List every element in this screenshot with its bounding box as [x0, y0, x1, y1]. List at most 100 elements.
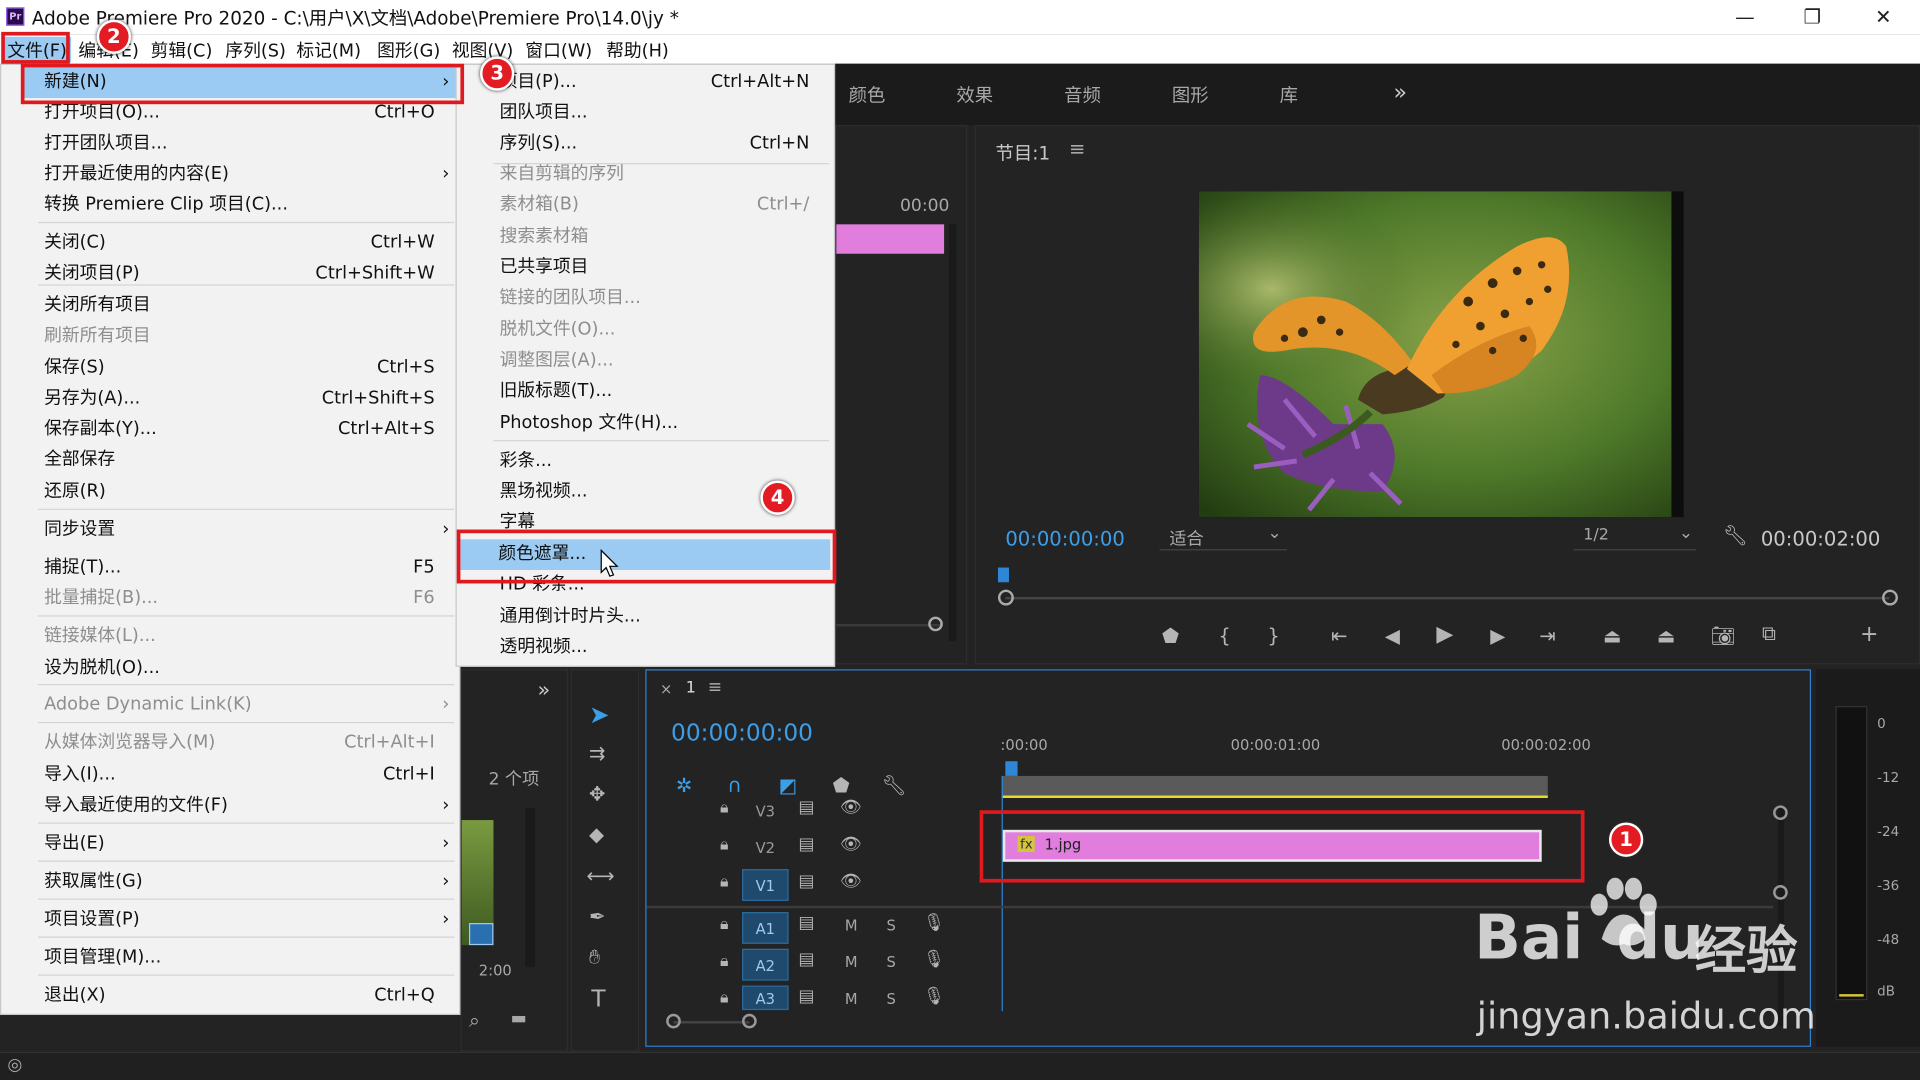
mute-button[interactable]: M: [845, 954, 858, 971]
timeline-clip[interactable]: fx 1.jpg: [1002, 829, 1542, 862]
lift-icon[interactable]: ⏏︎: [1603, 624, 1622, 647]
solo-button[interactable]: S: [887, 990, 896, 1007]
film-icon[interactable]: ▤: [798, 950, 814, 970]
close-sequence-icon[interactable]: ×: [660, 680, 672, 697]
panel-menu-icon[interactable]: ≡: [708, 678, 722, 698]
source-scrollbar[interactable]: [948, 224, 957, 642]
film-icon[interactable]: ▤: [798, 835, 814, 855]
add-marker-icon[interactable]: ⬟: [833, 773, 850, 796]
type-tool-icon[interactable]: T: [591, 986, 605, 1013]
lock-icon[interactable]: 🔒︎: [720, 873, 728, 891]
more-workspaces-icon[interactable]: »: [1393, 80, 1406, 106]
new-submenu-item[interactable]: 彩条...: [457, 446, 834, 477]
new-submenu-item[interactable]: 已共享项目: [457, 253, 834, 284]
step-forward-icon[interactable]: ▶︎: [1490, 624, 1505, 647]
new-submenu-item[interactable]: 搜索素材箱: [457, 222, 834, 253]
microphone-icon[interactable]: 🎙︎: [923, 987, 945, 1007]
workspace-tab-audio[interactable]: 音频: [1064, 82, 1101, 108]
new-submenu-item[interactable]: 序列(S)... Ctrl+N: [457, 129, 834, 160]
file-menu-item[interactable]: 导入(I)... Ctrl+I: [1, 760, 459, 791]
lock-icon[interactable]: 🔒︎: [720, 916, 728, 934]
file-menu-item[interactable]: 退出(X) Ctrl+Q: [1, 981, 459, 1012]
timeline-playhead-head[interactable]: [1005, 761, 1018, 776]
file-menu-item[interactable]: 关闭(C) Ctrl+W: [1, 228, 459, 259]
timeline-timecode[interactable]: 00:00:00:00: [671, 720, 813, 747]
file-menu-item[interactable]: 批量捕捉(B)... F6: [1, 583, 459, 614]
play-icon[interactable]: ▶︎: [1436, 621, 1453, 647]
file-menu-item[interactable]: 保存副本(Y)... Ctrl+Alt+S: [1, 414, 459, 445]
compare-view-icon[interactable]: ⧉: [1762, 621, 1776, 646]
h-scroll-handle[interactable]: [666, 1013, 681, 1029]
file-menu-item[interactable]: 全部保存: [1, 445, 459, 476]
program-ruler[interactable]: [997, 567, 1892, 585]
workspace-tab-effects[interactable]: 效果: [956, 82, 993, 108]
nest-icon[interactable]: ✲: [676, 773, 692, 796]
camera-icon[interactable]: 📷︎: [1711, 624, 1736, 647]
sequence-tab[interactable]: 1: [686, 679, 696, 697]
h-scroll-handle[interactable]: [742, 1013, 757, 1029]
file-menu-item[interactable]: 链接媒体(L)...: [1, 621, 459, 652]
maximize-button[interactable]: ❐: [1788, 2, 1837, 31]
menu-file[interactable]: 文件(F): [3, 36, 71, 63]
menu-graphics[interactable]: 图形(G): [377, 37, 440, 63]
new-submenu-item[interactable]: 透明视频...: [457, 633, 834, 664]
close-button[interactable]: ✕: [1859, 2, 1908, 31]
creative-cloud-icon[interactable]: ◎: [7, 1055, 22, 1075]
file-menu-item[interactable]: 还原(R): [1, 477, 459, 508]
panel-menu-icon[interactable]: ≡: [1069, 137, 1085, 160]
eye-icon[interactable]: 👁︎: [840, 798, 862, 818]
file-menu-item[interactable]: 项目设置(P) ›: [1, 905, 459, 936]
mute-button[interactable]: M: [845, 917, 858, 934]
program-timecode[interactable]: 00:00:00:00: [1005, 527, 1125, 550]
mark-in-icon[interactable]: {: [1218, 624, 1230, 647]
slip-tool-icon[interactable]: ⟷: [587, 864, 615, 887]
lock-icon[interactable]: 🔒︎: [720, 799, 728, 817]
file-menu-item[interactable]: 打开最近使用的内容(E) ›: [1, 159, 459, 190]
file-menu-item[interactable]: 保存(S) Ctrl+S: [1, 353, 459, 384]
menu-window[interactable]: 窗口(W): [525, 37, 592, 63]
file-menu-item[interactable]: 转换 Premiere Clip 项目(C)...: [1, 190, 459, 221]
search-icon[interactable]: ⌕: [469, 1009, 480, 1034]
playhead-marker[interactable]: [997, 567, 1009, 583]
extract-icon[interactable]: ⏏︎: [1657, 624, 1676, 647]
new-submenu-item[interactable]: 团队项目...: [457, 98, 834, 129]
track-v2-label[interactable]: V2: [742, 832, 789, 864]
workspace-tab-color[interactable]: 颜色: [849, 82, 886, 108]
track-v1-label[interactable]: V1: [742, 869, 789, 901]
file-menu-item[interactable]: 另存为(A)... Ctrl+Shift+S: [1, 384, 459, 415]
pen-tool-icon[interactable]: ✒︎: [589, 905, 605, 928]
go-to-in-icon[interactable]: ⇤: [1331, 624, 1347, 647]
solo-button[interactable]: S: [887, 954, 896, 971]
mute-button[interactable]: M: [845, 990, 858, 1007]
file-menu-item[interactable]: 获取属性(G) ›: [1, 867, 459, 898]
project-scrollbar[interactable]: [525, 807, 536, 968]
go-to-out-icon[interactable]: ⇥: [1539, 624, 1555, 647]
menu-markers[interactable]: 标记(M): [296, 37, 361, 63]
mark-out-icon[interactable]: }: [1267, 624, 1279, 647]
new-submenu-item[interactable]: 来自剪辑的序列: [457, 159, 834, 190]
microphone-icon[interactable]: 🎙︎: [923, 950, 945, 970]
new-submenu-item[interactable]: 调整图层(A)...: [457, 346, 834, 377]
new-submenu-item[interactable]: 颜色遮罩...: [460, 539, 831, 570]
fit-dropdown[interactable]: 适合 ⌄: [1159, 523, 1287, 551]
add-marker-icon[interactable]: ⬟: [1162, 624, 1179, 647]
selection-tool-icon[interactable]: ➤: [589, 700, 610, 729]
folder-icon[interactable]: ▬: [511, 1009, 527, 1029]
new-submenu-item[interactable]: 通用倒计时片头...: [457, 602, 834, 633]
film-icon[interactable]: ▤: [798, 798, 814, 818]
workspace-tab-libraries[interactable]: 库: [1280, 82, 1298, 108]
new-submenu-item[interactable]: 旧版标题(T)...: [457, 376, 834, 407]
file-menu-item[interactable]: 打开团队项目...: [1, 129, 459, 160]
microphone-icon[interactable]: 🎙︎: [923, 913, 945, 933]
new-submenu-item[interactable]: 链接的团队项目...: [457, 283, 834, 314]
new-submenu-item[interactable]: HD 彩条...: [457, 570, 834, 601]
wrench-icon[interactable]: 🔧︎: [882, 773, 907, 796]
menu-help[interactable]: 帮助(H): [606, 37, 669, 63]
work-area-bar[interactable]: [1001, 775, 1548, 798]
wrench-icon[interactable]: 🔧︎: [1723, 523, 1748, 546]
file-menu-item[interactable]: 新建(N) ›: [22, 67, 460, 99]
ripple-edit-icon[interactable]: ✥: [589, 782, 605, 805]
lock-icon[interactable]: 🔒︎: [720, 989, 728, 1007]
track-a1-label[interactable]: A1: [742, 911, 789, 944]
snap-icon[interactable]: ∩: [727, 773, 741, 796]
